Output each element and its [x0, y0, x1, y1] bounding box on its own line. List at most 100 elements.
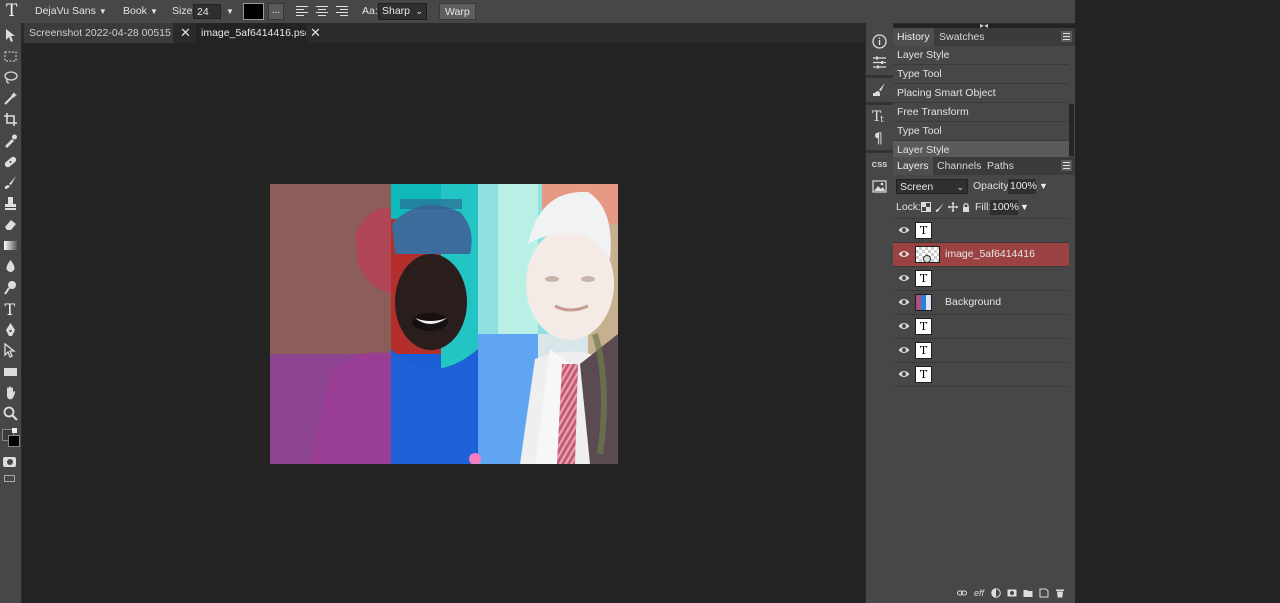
align-left-icon[interactable]: [296, 6, 308, 17]
eye-icon[interactable]: [898, 345, 910, 355]
font-style-dropdown[interactable]: Book ▼: [123, 0, 158, 23]
new-layer-icon[interactable]: [1039, 588, 1049, 598]
lasso-tool-icon[interactable]: [2, 69, 19, 86]
zoom-tool-icon[interactable]: [2, 405, 19, 422]
tab-swatches[interactable]: Swatches: [935, 28, 989, 46]
dodge-tool-icon[interactable]: [2, 279, 19, 296]
effects-icon[interactable]: eff: [972, 588, 986, 598]
history-item[interactable]: Free Transform: [893, 103, 1069, 122]
quick-mask-icon[interactable]: [3, 457, 16, 467]
lock-position-icon[interactable]: [948, 202, 958, 212]
size-field[interactable]: 24 px: [193, 4, 221, 33]
layer-row[interactable]: T: [893, 363, 1069, 387]
panel-menu-icon[interactable]: [1061, 160, 1072, 171]
brush-tool-icon[interactable]: [2, 174, 19, 191]
css-icon[interactable]: CSS: [871, 156, 888, 173]
tab-screenshot[interactable]: Screenshot 2022-04-28 00515: [24, 23, 173, 43]
svg-text:T: T: [5, 300, 16, 317]
align-center-icon[interactable]: [316, 6, 328, 17]
type-tool-icon[interactable]: T: [6, 0, 17, 23]
chevron-down-icon: ⌄: [956, 182, 964, 192]
clone-stamp-icon[interactable]: [2, 195, 19, 212]
tab-paths[interactable]: Paths: [983, 157, 1018, 175]
layer-row[interactable]: T: [893, 339, 1069, 363]
layer-row[interactable]: T: [893, 219, 1069, 243]
adjustments-icon[interactable]: [871, 54, 888, 71]
eyedropper-icon[interactable]: [2, 132, 19, 149]
layer-row-selected[interactable]: image_5af6414416: [893, 243, 1069, 267]
lock-pixels-icon[interactable]: [935, 202, 945, 212]
empty-panel-area: [1075, 0, 1280, 603]
path-select-icon[interactable]: [2, 342, 19, 359]
magic-wand-icon[interactable]: [2, 90, 19, 107]
layer-row[interactable]: T: [893, 267, 1069, 291]
layer-row[interactable]: T: [893, 315, 1069, 339]
antialias-select[interactable]: Sharp ⌄: [378, 3, 427, 20]
lock-all-icon[interactable]: [961, 202, 971, 212]
character-icon[interactable]: Tt: [871, 107, 888, 124]
size-dropdown-arrow[interactable]: ▼: [223, 0, 234, 23]
gradient-tool-icon[interactable]: [2, 237, 19, 254]
right-panel: History Swatches Layer Style Type Tool P…: [893, 28, 1075, 603]
font-family-dropdown[interactable]: DejaVu Sans ▼: [35, 0, 107, 23]
history-item[interactable]: Layer Style: [893, 46, 1069, 65]
font-style-value: Book: [123, 5, 147, 17]
swap-colors-icon[interactable]: [12, 428, 17, 433]
pen-tool-icon[interactable]: [2, 321, 19, 338]
tab-history[interactable]: History: [893, 28, 934, 46]
chevron-down-icon[interactable]: ▼: [1020, 200, 1029, 215]
lock-transparency-icon[interactable]: [921, 202, 931, 212]
eye-icon[interactable]: [898, 273, 910, 283]
font-family-value: DejaVu Sans: [35, 5, 96, 17]
blur-tool-icon[interactable]: [2, 258, 19, 275]
chevron-down-icon: ▼: [226, 7, 234, 16]
crop-tool-icon[interactable]: [2, 111, 19, 128]
eye-icon[interactable]: [898, 249, 910, 259]
close-icon[interactable]: ✕: [180, 23, 191, 43]
info-icon[interactable]: [871, 33, 888, 50]
align-right-icon[interactable]: [336, 6, 348, 17]
blend-mode-value: Screen: [900, 181, 934, 193]
tab-channels[interactable]: Channels: [933, 157, 985, 175]
marquee-tool-icon[interactable]: [2, 48, 19, 65]
history-item[interactable]: Placing Smart Object: [893, 84, 1069, 103]
text-layer-thumbnail: T: [915, 366, 932, 383]
image-icon[interactable]: [871, 178, 888, 195]
warp-button[interactable]: Warp: [439, 3, 476, 20]
more-options-button[interactable]: ...: [268, 3, 284, 20]
document-canvas[interactable]: [270, 184, 618, 464]
fill-field[interactable]: 100%: [990, 200, 1019, 215]
brush-settings-icon[interactable]: [871, 81, 888, 98]
divider: [866, 150, 893, 153]
panel-menu-icon[interactable]: [1061, 31, 1072, 42]
history-item[interactable]: Type Tool: [893, 122, 1069, 141]
trash-icon[interactable]: [1055, 588, 1065, 598]
move-tool-icon[interactable]: [2, 27, 19, 44]
eye-icon[interactable]: [898, 321, 910, 331]
paragraph-icon[interactable]: ¶: [871, 129, 888, 146]
text-color-swatch[interactable]: [243, 3, 264, 20]
healing-brush-icon[interactable]: [2, 153, 19, 170]
tab-image-psd[interactable]: image_5af6414416.psd *: [196, 23, 306, 43]
tab-layers[interactable]: Layers: [893, 157, 933, 175]
chevron-down-icon[interactable]: ▼: [1039, 179, 1048, 194]
history-item[interactable]: Type Tool: [893, 65, 1069, 84]
layer-row[interactable]: Background: [893, 291, 1069, 315]
blend-mode-select[interactable]: Screen ⌄: [896, 179, 968, 194]
screen-mode-icon[interactable]: [4, 475, 15, 482]
eraser-icon[interactable]: [2, 216, 19, 233]
history-scrollbar[interactable]: [1069, 104, 1074, 156]
opacity-field[interactable]: 100%: [1008, 179, 1037, 194]
eye-icon[interactable]: [898, 297, 910, 307]
link-icon[interactable]: [957, 588, 967, 598]
folder-icon[interactable]: [1023, 588, 1033, 598]
eye-icon[interactable]: [898, 369, 910, 379]
rectangle-tool-icon[interactable]: [2, 363, 19, 380]
eye-icon[interactable]: [898, 225, 910, 235]
adjustment-layer-icon[interactable]: [991, 588, 1001, 598]
close-icon[interactable]: ✕: [310, 23, 321, 43]
background-color-swatch[interactable]: [8, 435, 20, 447]
hand-tool-icon[interactable]: [2, 384, 19, 401]
type-tool-icon[interactable]: T: [2, 300, 19, 317]
mask-icon[interactable]: [1007, 588, 1017, 598]
